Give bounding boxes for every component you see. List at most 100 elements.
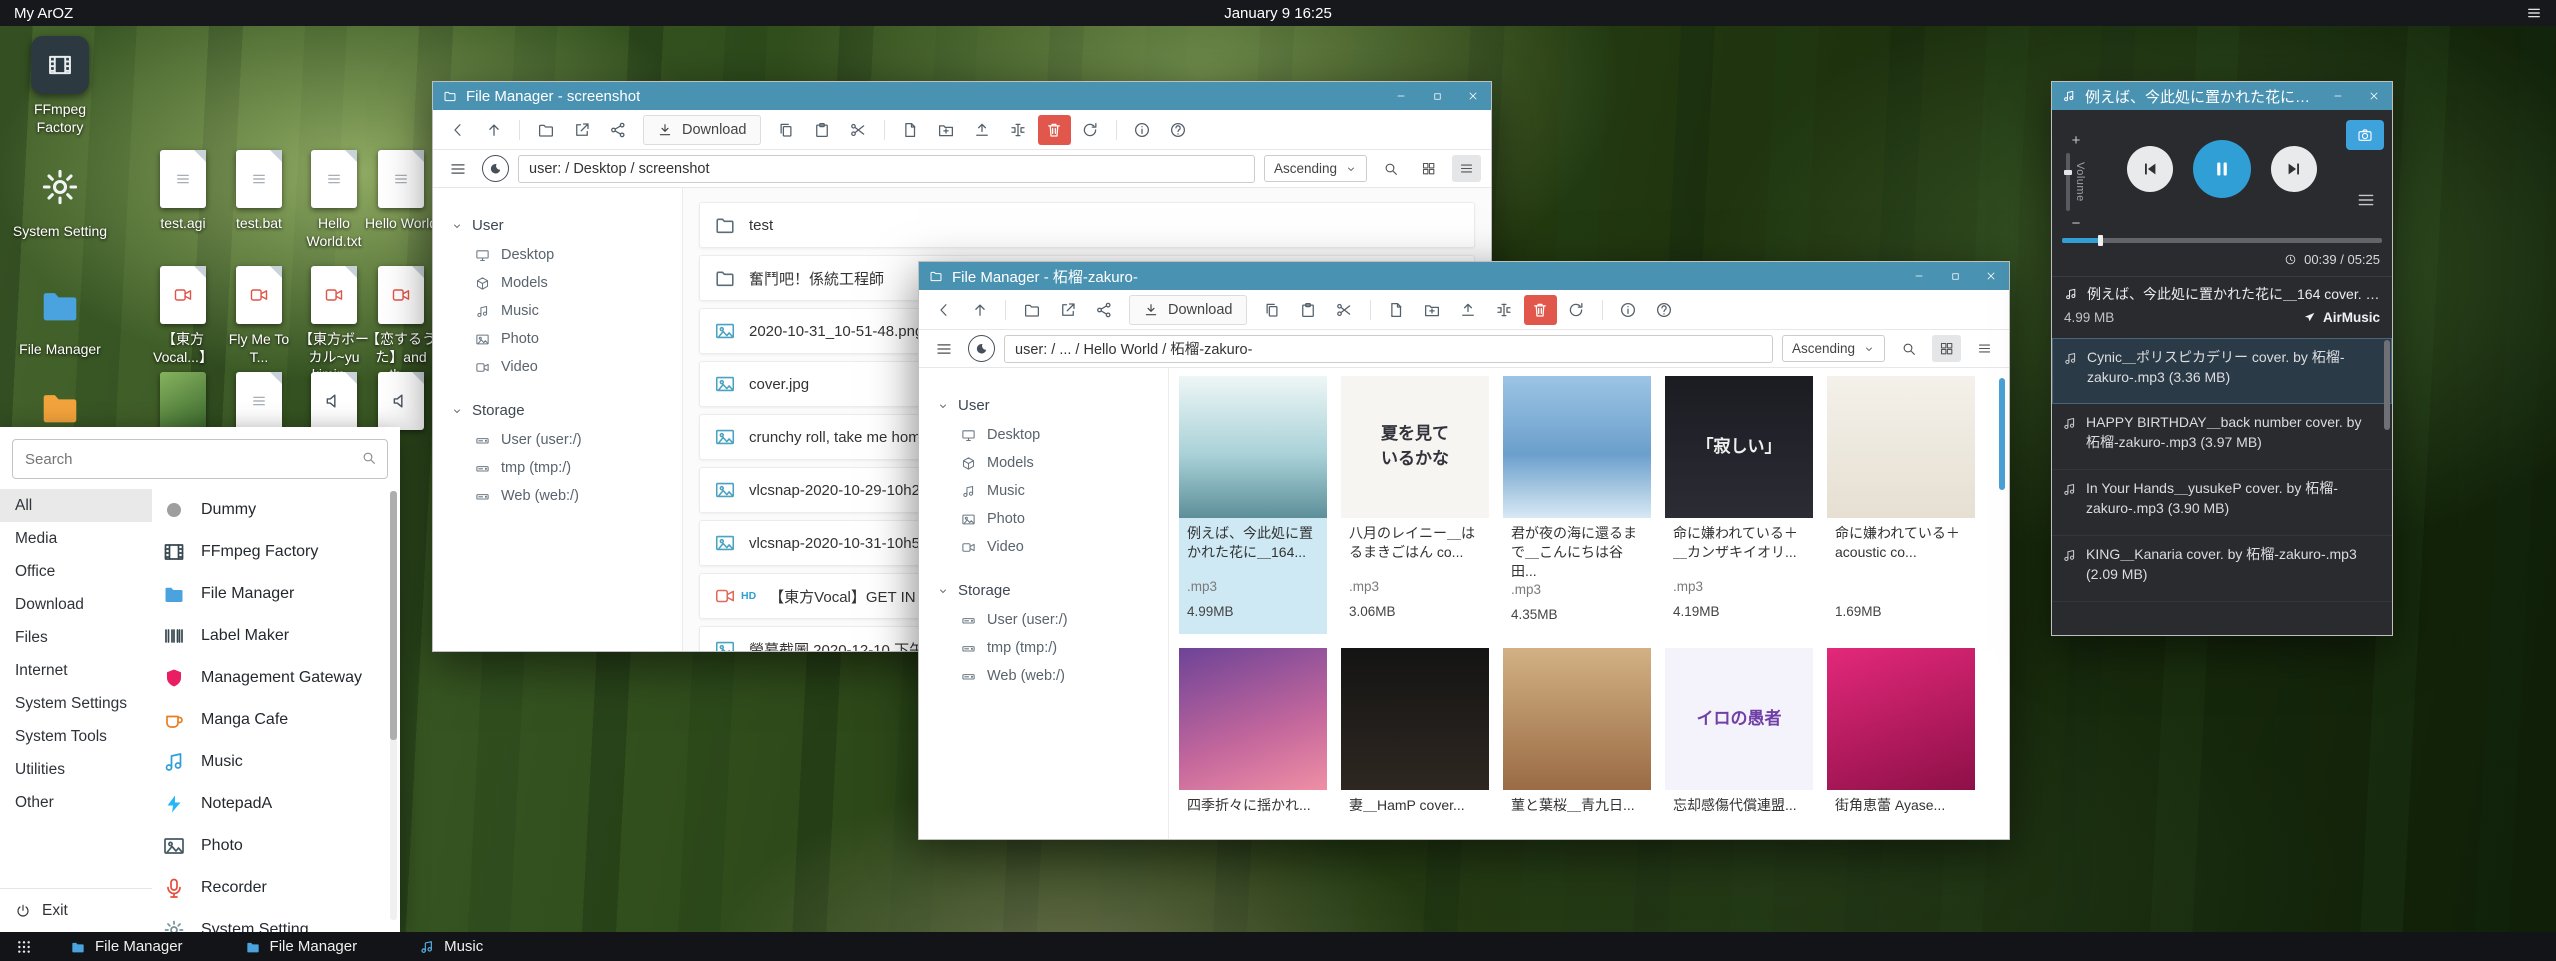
new-folder-button[interactable] xyxy=(930,115,963,145)
window-titlebar[interactable]: 例えば、今此処に置かれた花に＿164 c... xyxy=(2052,82,2392,110)
next-button[interactable] xyxy=(2271,146,2317,192)
sidebar-section-user[interactable]: User xyxy=(919,390,1168,421)
desktop-icon-hello-world[interactable]: Hello World xyxy=(362,150,440,233)
maximize-button[interactable] xyxy=(1419,82,1455,110)
playlist-item[interactable]: HAPPY BIRTHDAY＿back number cover. by柘榴-z… xyxy=(2052,404,2392,470)
taskbar-item-file-manager-2[interactable]: File Manager xyxy=(233,932,370,961)
sidebar-item-photo[interactable]: Photo xyxy=(433,325,682,353)
desktop-icon-video-1[interactable]: 【東方Vocal...】 xyxy=(144,266,222,366)
theme-toggle-button[interactable] xyxy=(968,335,995,362)
app-launcher-button[interactable] xyxy=(8,932,40,961)
desktop-icon-system-setting[interactable]: System Setting xyxy=(12,158,108,241)
desktop-icon-video-2[interactable]: Fly Me To T... xyxy=(220,266,298,366)
delete-button[interactable] xyxy=(1524,295,1557,325)
cut-button[interactable] xyxy=(842,115,875,145)
info-button[interactable] xyxy=(1126,115,1159,145)
app-item-file-manager[interactable]: File Manager xyxy=(162,573,382,615)
desktop-icon-audio-file-2[interactable] xyxy=(362,372,440,430)
airmusic-badge[interactable]: AirMusic xyxy=(2303,310,2380,325)
open-in-new-button[interactable] xyxy=(1051,295,1084,325)
help-button[interactable] xyxy=(1162,115,1195,145)
playlist-scrollbar[interactable] xyxy=(2384,340,2390,430)
desktop-icon-test-agi[interactable]: test.agi xyxy=(144,150,222,233)
search-button[interactable] xyxy=(1376,155,1405,182)
sidebar-item-user-drive[interactable]: User (user:/) xyxy=(919,606,1168,634)
search-button[interactable] xyxy=(1894,335,1923,362)
close-button[interactable] xyxy=(1973,262,2009,290)
app-item-recorder[interactable]: Recorder xyxy=(162,867,382,909)
app-item-ffmpeg-factory[interactable]: FFmpeg Factory xyxy=(162,531,382,573)
cut-button[interactable] xyxy=(1328,295,1361,325)
file-tile[interactable]: 「寂しい」 命に嫌われている＋＿カンザキイオリ... .mp3 4.19MB xyxy=(1665,376,1813,634)
grid-view-button[interactable] xyxy=(1932,335,1961,362)
sidebar-item-desktop[interactable]: Desktop xyxy=(919,421,1168,449)
playlist-item[interactable]: In Your Hands＿yusukeP cover. by 柘榴-zakur… xyxy=(2052,470,2392,536)
music-player-window[interactable]: 例えば、今此処に置かれた花に＿164 c... + Volume − 00:39… xyxy=(2051,81,2393,636)
copy-button[interactable] xyxy=(1256,295,1289,325)
desktop-icon-video-4[interactable]: 【恋するうた】and th... xyxy=(362,266,440,384)
back-button[interactable] xyxy=(927,295,960,325)
app-item-music[interactable]: Music xyxy=(162,741,382,783)
sidebar-section-storage[interactable]: Storage xyxy=(919,575,1168,606)
minimize-button[interactable] xyxy=(1901,262,1937,290)
playlist-item[interactable]: KING＿Kanaria cover. by 柘榴-zakuro-.mp3 (2… xyxy=(2052,536,2392,602)
window-titlebar[interactable]: File Manager - screenshot xyxy=(433,82,1491,110)
category-files[interactable]: Files xyxy=(0,621,152,654)
new-folder-button[interactable] xyxy=(1416,295,1449,325)
scrollbar[interactable] xyxy=(1999,374,2005,833)
sidebar-item-tmp-drive[interactable]: tmp (tmp:/) xyxy=(919,634,1168,662)
open-button[interactable] xyxy=(1015,295,1048,325)
app-item-manga-cafe[interactable]: Manga Cafe xyxy=(162,699,382,741)
file-tile[interactable]: 君が夜の海に還るまで＿こんにちは谷田... .mp3 4.35MB xyxy=(1503,376,1651,634)
category-system-settings[interactable]: System Settings xyxy=(0,687,152,720)
file-tile[interactable]: 菫と葉桜＿青九日... xyxy=(1503,648,1651,839)
paste-button[interactable] xyxy=(1292,295,1325,325)
sidebar-item-video[interactable]: Video xyxy=(919,533,1168,561)
close-button[interactable] xyxy=(1455,82,1491,110)
app-item-system-setting[interactable]: System Setting xyxy=(162,909,382,932)
rename-button[interactable] xyxy=(1488,295,1521,325)
category-download[interactable]: Download xyxy=(0,588,152,621)
sidebar-section-user[interactable]: User xyxy=(433,210,682,241)
category-utilities[interactable]: Utilities xyxy=(0,753,152,786)
maximize-button[interactable] xyxy=(1937,262,1973,290)
refresh-button[interactable] xyxy=(1560,295,1593,325)
desktop-icon-ffmpeg-factory[interactable]: FFmpeg Factory xyxy=(12,36,108,136)
sidebar-item-video[interactable]: Video xyxy=(433,353,682,381)
exit-button[interactable]: Exit xyxy=(0,888,152,932)
app-list-scrollbar[interactable] xyxy=(390,491,397,920)
file-tile[interactable]: 夏を見て いるかな 八月のレイニー＿はるまきごはん co... .mp3 3.0… xyxy=(1341,376,1489,634)
upload-button[interactable] xyxy=(966,115,999,145)
category-internet[interactable]: Internet xyxy=(0,654,152,687)
breadcrumb-input[interactable] xyxy=(1004,335,1773,363)
sidebar-item-models[interactable]: Models xyxy=(433,269,682,297)
close-button[interactable] xyxy=(2356,82,2392,110)
sidebar-toggle-button[interactable] xyxy=(929,335,959,363)
pause-button[interactable] xyxy=(2193,140,2251,198)
player-menu-button[interactable] xyxy=(2356,190,2376,210)
list-view-button[interactable] xyxy=(1970,335,1999,362)
info-button[interactable] xyxy=(1612,295,1645,325)
category-system-tools[interactable]: System Tools xyxy=(0,720,152,753)
sidebar-item-web-drive[interactable]: Web (web:/) xyxy=(433,482,682,510)
sidebar-item-models[interactable]: Models xyxy=(919,449,1168,477)
up-button[interactable] xyxy=(477,115,510,145)
minimize-button[interactable] xyxy=(2320,82,2356,110)
progress-handle[interactable] xyxy=(2098,235,2103,246)
search-input[interactable] xyxy=(12,439,388,479)
minimize-button[interactable] xyxy=(1383,82,1419,110)
file-tile[interactable]: 妻＿HamP cover... xyxy=(1341,648,1489,839)
scrollbar-thumb[interactable] xyxy=(1999,378,2005,490)
grid-view-button[interactable] xyxy=(1414,155,1443,182)
playlist-item[interactable]: Cynic＿ポリスピカデリー cover. by 柘榴-zakuro-.mp3 … xyxy=(2052,338,2392,404)
delete-button[interactable] xyxy=(1038,115,1071,145)
list-view-button[interactable] xyxy=(1452,155,1481,182)
file-tile[interactable]: 四季折々に揺かれ... xyxy=(1179,648,1327,839)
sidebar-item-web-drive[interactable]: Web (web:/) xyxy=(919,662,1168,690)
file-row[interactable]: test xyxy=(699,202,1475,248)
open-button[interactable] xyxy=(529,115,562,145)
app-item-dummy[interactable]: Dummy xyxy=(162,489,382,531)
category-media[interactable]: Media xyxy=(0,522,152,555)
share-button[interactable] xyxy=(1087,295,1120,325)
back-button[interactable] xyxy=(441,115,474,145)
